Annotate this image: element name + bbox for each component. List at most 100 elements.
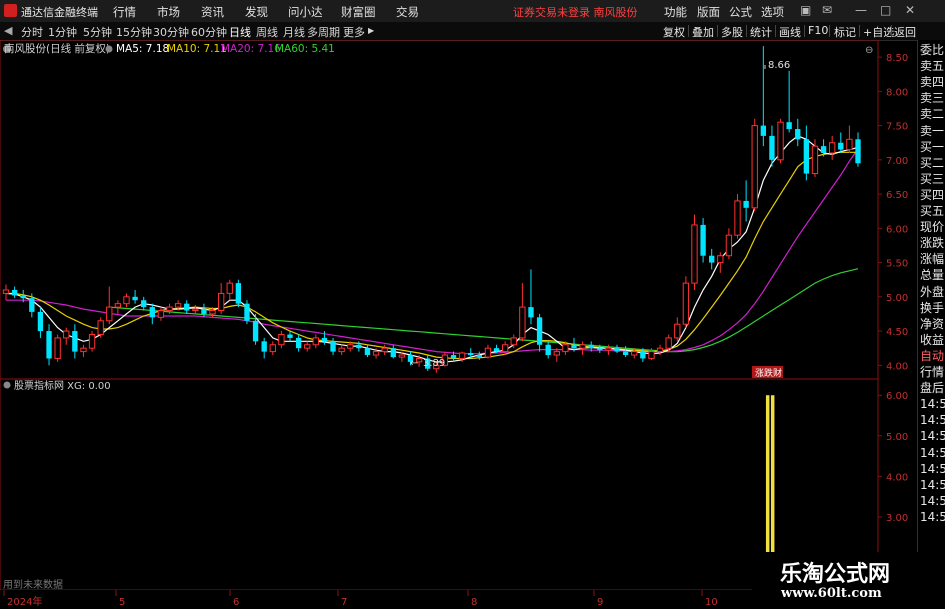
add-watchlist-button[interactable]: +自选 [863, 24, 894, 40]
candle-body [201, 309, 207, 314]
candle-body [588, 344, 594, 349]
period-tab-daily[interactable]: 日线 [229, 24, 251, 40]
candle-body [29, 298, 35, 312]
more-chevron-icon[interactable]: ▶ [368, 26, 374, 35]
multi-stock-button[interactable]: 多股 [721, 24, 743, 40]
skin-icon[interactable]: ▣ [800, 3, 811, 17]
period-tab-15min[interactable]: 15分钟 [116, 24, 152, 40]
f10-button[interactable]: F10 [808, 24, 828, 37]
candle-body [665, 337, 672, 349]
candle-body [640, 351, 646, 359]
toolbar-divider [746, 25, 747, 37]
sidebar-label: 卖五 [920, 59, 945, 74]
candle-body [777, 121, 784, 161]
sidebar-label: 外盘 [920, 284, 945, 299]
period-tab-30min[interactable]: 30分钟 [153, 24, 189, 40]
candle-up [278, 331, 285, 349]
period-tab-5min[interactable]: 5分钟 [83, 24, 112, 40]
menu-item-function[interactable]: 功能 [664, 4, 687, 20]
panel-menu-icon[interactable]: ⊖ [865, 45, 873, 56]
sidebar-label: 换手 [920, 300, 945, 315]
candle-down [476, 351, 483, 360]
toolbar-divider [859, 25, 860, 37]
menu-item-news[interactable]: 资讯 [201, 4, 224, 20]
candle-body [244, 303, 250, 321]
period-tab-multi[interactable]: 多周期 [307, 24, 340, 40]
candle-up [97, 317, 104, 338]
candle-down [838, 132, 844, 153]
sidebar-label: 买四 [920, 187, 945, 202]
menu-item-trade[interactable]: 交易 [396, 4, 419, 20]
ma-settings-icon[interactable] [105, 45, 113, 53]
period-tab-intraday[interactable]: 分时 [21, 24, 43, 40]
candle-down [760, 46, 767, 147]
period-tab-monthly[interactable]: 月线 [283, 24, 305, 40]
mark-button[interactable]: 标记 [834, 24, 856, 40]
sidebar-label: 卖一 [920, 123, 945, 138]
candle-body [811, 145, 819, 175]
kline-chart[interactable]: 8.50 8.00 7.50 7.00 6.50 6.00 5.50 5.00 4.50 4.00… [0, 40, 917, 609]
candle-body [226, 282, 233, 294]
menu-item-layout[interactable]: 版面 [697, 4, 720, 20]
indicator-axis: 6.005.004.003.002.00 [878, 391, 908, 565]
candle-up [312, 334, 319, 349]
candle-down [184, 300, 190, 314]
login-notice[interactable]: 证券交易未登录 南风股份 [513, 4, 638, 20]
candle-up [114, 300, 122, 314]
back-icon[interactable]: ◀ [4, 24, 12, 37]
menu-item-market[interactable]: 市场 [157, 4, 180, 20]
candle-body [63, 330, 70, 339]
period-tab-weekly[interactable]: 周线 [256, 24, 278, 40]
candle-body [330, 341, 336, 352]
candle-body [545, 344, 551, 356]
menu-item-wealth[interactable]: 财富圈 [341, 4, 376, 20]
candle-body [519, 306, 526, 339]
candle-up [682, 276, 690, 328]
candle-body [450, 355, 457, 359]
statistics-button[interactable]: 统计 [750, 24, 772, 40]
return-button[interactable]: 返回 [894, 24, 916, 40]
menu-item-discover[interactable]: 发现 [245, 4, 268, 20]
period-tab-60min[interactable]: 60分钟 [191, 24, 227, 40]
candle-body [88, 333, 96, 349]
candle-down [803, 125, 810, 181]
candle-up [829, 135, 836, 160]
app-logo-icon [4, 4, 17, 17]
ma5-label: MA5: 7.18 [116, 43, 169, 55]
candle-body [838, 142, 844, 150]
date-tick-label: 5 [119, 597, 125, 608]
indicator-tick-label: 4.00 [886, 472, 908, 483]
period-tab-more[interactable]: 更多 [343, 24, 365, 40]
menu-item-ask[interactable]: 问小达 [288, 4, 323, 20]
price-tick-label: 5.00 [886, 293, 908, 304]
overlay-button[interactable]: 叠加 [692, 24, 714, 40]
candle-body [468, 352, 474, 356]
candle-body [174, 303, 182, 308]
sidebar-label: 自动 [920, 348, 945, 363]
period-tab-1min[interactable]: 1分钟 [48, 24, 77, 40]
sidebar-label: 卖四 [920, 75, 945, 90]
candle-body [252, 320, 259, 342]
low-marker: 3.89 [423, 358, 445, 369]
message-icon[interactable]: ✉ [822, 3, 832, 17]
finance-tag[interactable]: 涨跌财 [755, 367, 782, 379]
menu-item-options[interactable]: 选项 [761, 4, 784, 20]
indicator-settings-icon[interactable] [3, 381, 11, 389]
menu-item-formula[interactable]: 公式 [729, 4, 752, 20]
maximize-icon[interactable]: □ [880, 3, 891, 17]
sidebar-label: 14:52 [920, 429, 945, 444]
draw-line-button[interactable]: 画线 [779, 24, 801, 40]
candle-body [760, 125, 767, 136]
close-icon[interactable]: ✕ [905, 3, 915, 17]
candle-up [725, 228, 733, 260]
candle-body [20, 295, 26, 299]
menu-bar: 通达信金融终端 行情 市场 资讯 发现 问小达 财富圈 交易 证券交易未登录 南… [0, 0, 945, 23]
minimize-icon[interactable]: — [855, 3, 867, 17]
menu-item-quotes[interactable]: 行情 [113, 4, 136, 20]
candle-down [287, 331, 293, 342]
adjust-button[interactable]: 复权 [663, 24, 685, 40]
sidebar-label: 14:56 [920, 493, 945, 508]
sidebar-label: 14:57 [920, 509, 945, 524]
candle-body [597, 348, 603, 351]
watermark-url: www.60lt.com [781, 586, 882, 601]
